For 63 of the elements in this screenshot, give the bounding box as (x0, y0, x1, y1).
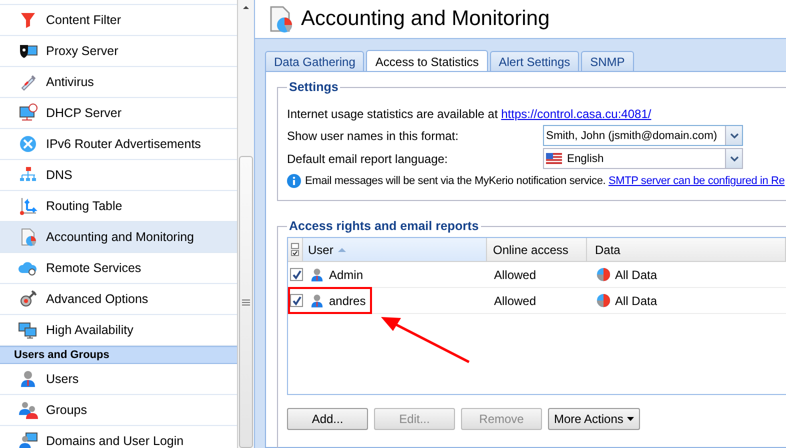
caret-icon (730, 156, 738, 162)
check-icon (292, 296, 302, 306)
caret-icon (627, 417, 634, 421)
sidebar-item[interactable]: DHCP Server (0, 98, 237, 129)
column-header[interactable]: User (303, 238, 487, 261)
stats-link[interactable]: https://control.casa.cu:4081/ (501, 107, 652, 121)
select-all-icon[interactable] (291, 242, 300, 256)
pie-chart-icon (596, 267, 611, 282)
flag-icon (546, 153, 562, 164)
sidebar-item[interactable]: Accounting and Monitoring (0, 222, 237, 253)
page-title: Accounting and Monitoring (301, 7, 550, 31)
group-legend: Settings (287, 80, 340, 94)
sidebar-item[interactable]: Groups (0, 395, 237, 426)
tab[interactable]: Data Gathering (265, 51, 364, 71)
user-name: andres (329, 294, 366, 308)
user-name: Admin (329, 268, 364, 282)
sidebar-item[interactable]: Proxy Server (0, 36, 237, 67)
sidebar-item[interactable]: Content Filter (0, 5, 237, 36)
sidebar-item[interactable]: Users (0, 364, 237, 395)
sidebar-item[interactable]: DNS (0, 160, 237, 191)
person-icon (18, 369, 38, 389)
row-checkbox[interactable] (290, 294, 303, 307)
row-checkbox[interactable] (290, 268, 303, 281)
data-scope: All Data (615, 268, 658, 282)
sidebar-item[interactable]: Domains and User Login (0, 426, 237, 448)
column-header[interactable]: Data (587, 238, 786, 261)
sidebar-item[interactable]: Antivirus (0, 67, 237, 98)
info-icon (287, 174, 301, 188)
pie-chart-icon (596, 293, 611, 308)
sidebar-item[interactable]: Remote Services (0, 253, 237, 284)
smtp-link[interactable]: SMTP server can be configured in Re (608, 175, 785, 187)
caret-icon (730, 132, 738, 138)
field-label: Show user names in this format: (287, 128, 460, 142)
person-icon (309, 292, 325, 308)
tab[interactable]: Access to Statistics (366, 50, 488, 72)
check-icon (292, 270, 302, 280)
axes-arrow-icon (18, 196, 38, 216)
stats-text: Internet usage statistics are available at https://control.casa.cu:4081/ (287, 107, 652, 121)
tab[interactable]: Alert Settings (490, 51, 580, 71)
monitors-icon (18, 320, 38, 340)
sidebar-item[interactable]: Advanced Options (0, 284, 237, 315)
data-scope: All Data (615, 294, 658, 308)
filter-icon (18, 10, 38, 30)
info-text: Email messages will be sent via the MyKerio notification service. SMTP server can be configured in Re (305, 175, 785, 187)
sort-ascending-icon (337, 246, 348, 252)
action-button[interactable]: Add... (287, 408, 368, 430)
person-icon (309, 266, 325, 282)
grip-icon (242, 298, 250, 306)
group-legend: Access rights and email reports (287, 219, 481, 233)
two-people-icon (18, 400, 38, 420)
online-access: Allowed (494, 294, 536, 308)
dropdown-field[interactable]: Smith, John (jsmith@domain.com) (543, 125, 743, 146)
scrollbar-thumb[interactable] (239, 156, 253, 448)
dropdown-field[interactable]: English (543, 148, 743, 169)
online-access: Allowed (494, 268, 536, 282)
tab[interactable]: SNMP (581, 51, 634, 71)
menu-button[interactable]: More Actions (548, 408, 640, 430)
field-label: Default email report language: (287, 152, 449, 166)
section-header: Users and Groups (0, 346, 237, 364)
person-monitor-icon (18, 431, 38, 448)
column-header[interactable]: Online access (487, 238, 587, 261)
sidebar-item[interactable]: IPv6 Router Advertisements (0, 129, 237, 160)
grid-row[interactable]: Admin Allowed All Data (288, 262, 786, 288)
